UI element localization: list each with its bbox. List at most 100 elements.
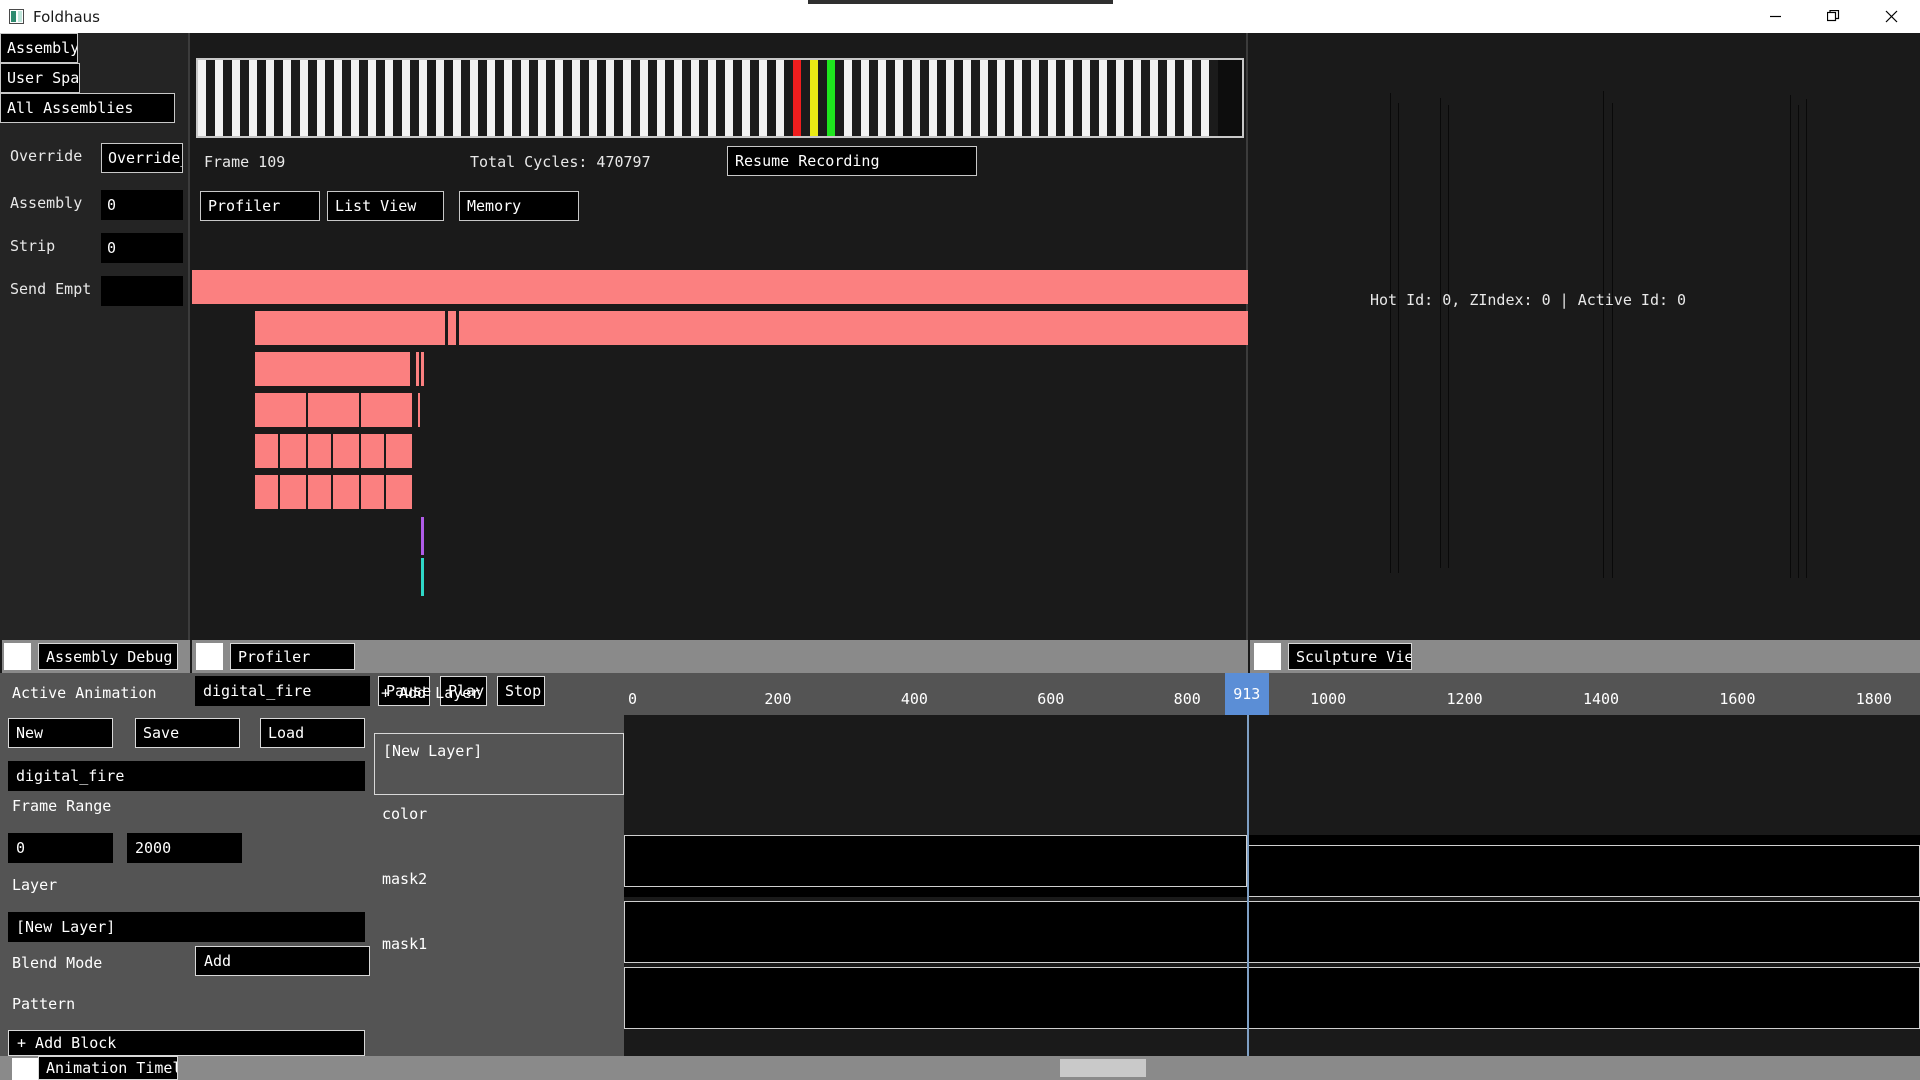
- timeline-block[interactable]: [1246, 845, 1920, 897]
- strip-gap: [563, 60, 572, 136]
- track-mask1[interactable]: [624, 967, 1920, 1029]
- panel-tab-sculpture-view[interactable]: Sculpture View: [1288, 643, 1412, 670]
- flame-marker-purple[interactable]: [421, 517, 424, 555]
- strip-gap: [733, 60, 742, 136]
- bottom-tab-handle[interactable]: [12, 1058, 38, 1080]
- load-button[interactable]: Load: [260, 718, 365, 748]
- strip-bar: [538, 60, 546, 136]
- flame-bar[interactable]: [255, 393, 306, 427]
- flame-bar[interactable]: [255, 434, 278, 468]
- playhead-line[interactable]: [1246, 715, 1249, 1056]
- flame-bar[interactable]: [280, 475, 306, 509]
- strip-bar: [708, 60, 716, 136]
- timeline-block[interactable]: [624, 835, 1247, 887]
- strip-index-field[interactable]: 0: [101, 233, 183, 263]
- maximize-button[interactable]: [1804, 0, 1862, 33]
- flame-bar[interactable]: [386, 434, 412, 468]
- active-animation-field[interactable]: digital_fire: [195, 676, 370, 706]
- window-controls: [1746, 0, 1920, 33]
- flame-bar[interactable]: [308, 434, 331, 468]
- flame-bar[interactable]: [361, 393, 412, 427]
- strip-gap: [886, 60, 895, 136]
- strip-index-label: Strip: [10, 237, 56, 255]
- panel-tab-handle-0[interactable]: [4, 643, 31, 670]
- layer-select-field[interactable]: [New Layer]: [8, 912, 365, 942]
- flame-bar[interactable]: [459, 311, 1248, 345]
- track-color[interactable]: [624, 835, 1920, 897]
- sculpture-strand: [1390, 93, 1391, 573]
- frame-counter-label: Frame 109: [204, 153, 286, 171]
- timeline-block[interactable]: [624, 967, 1920, 1029]
- close-button[interactable]: [1862, 0, 1920, 33]
- flame-bar[interactable]: [333, 434, 359, 468]
- timeline-ruler[interactable]: 0 200 400 600 800 1000 1200 1400 1600 1800: [624, 673, 1920, 715]
- list-view-button[interactable]: List View: [327, 191, 444, 221]
- flame-bar[interactable]: [255, 311, 445, 345]
- flame-bar[interactable]: [255, 352, 410, 386]
- timeline[interactable]: 0 200 400 600 800 1000 1200 1400 1600 1800 913: [624, 673, 1920, 1056]
- flame-bar[interactable]: [361, 434, 384, 468]
- strip-gap: [784, 60, 793, 136]
- layer-item-mask1-label: mask1: [382, 935, 428, 953]
- assembly-index-field[interactable]: 0: [101, 190, 183, 220]
- flame-bar[interactable]: [421, 352, 424, 386]
- playhead-frame-badge[interactable]: 913: [1224, 673, 1269, 715]
- send-empty-field[interactable]: [101, 276, 183, 306]
- timeline-tick-label: 1400: [1582, 690, 1620, 708]
- horizontal-scrollbar-thumb[interactable]: [1060, 1059, 1146, 1077]
- tab-user-space[interactable]: User Space: [0, 63, 80, 93]
- assembly-select-dropdown[interactable]: All Assemblies: [0, 93, 175, 123]
- frame-range-start-field[interactable]: 0: [8, 833, 113, 863]
- save-button[interactable]: Save: [135, 718, 240, 748]
- override-field[interactable]: Override_: [101, 143, 183, 173]
- flame-bar[interactable]: [361, 475, 384, 509]
- panel-tab-assembly-debug[interactable]: Assembly Debug: [38, 643, 178, 670]
- strip-gap: [937, 60, 946, 136]
- assembly-select-value: All Assemblies: [7, 99, 134, 117]
- flame-bar[interactable]: [386, 475, 412, 509]
- flame-bar[interactable]: [416, 352, 419, 386]
- flame-graph[interactable]: [192, 270, 1248, 670]
- timeline-block[interactable]: [624, 901, 1920, 963]
- strip-bar: [521, 60, 529, 136]
- flame-marker-cyan[interactable]: [421, 558, 424, 596]
- flame-bar[interactable]: [333, 475, 359, 509]
- strip-gap: [1175, 60, 1184, 136]
- layer-item-mask1[interactable]: mask1: [374, 927, 624, 991]
- strip-gap: [427, 60, 436, 136]
- panel-tab-handle-2[interactable]: [1254, 643, 1281, 670]
- flame-bar[interactable]: [448, 311, 456, 345]
- frame-range-end-field[interactable]: 2000: [127, 833, 242, 863]
- flame-bar[interactable]: [418, 393, 420, 427]
- panel-tab-handle-1[interactable]: [196, 643, 223, 670]
- flame-bar[interactable]: [308, 393, 359, 427]
- tab-assembly[interactable]: Assembly: [0, 33, 78, 63]
- sculpture-strand: [1603, 91, 1604, 578]
- layer-item-color[interactable]: color: [374, 797, 624, 861]
- strip-bar: [215, 60, 223, 136]
- profiler-view-button[interactable]: Profiler: [200, 191, 320, 221]
- bottom-tab-animation-timeline[interactable]: Animation Timeline: [38, 1056, 178, 1080]
- new-button[interactable]: New: [8, 718, 113, 748]
- memory-view-button[interactable]: Memory: [459, 191, 579, 221]
- flame-bar[interactable]: [192, 270, 1248, 304]
- track-mask2[interactable]: [624, 901, 1920, 963]
- strip-bar: [963, 60, 971, 136]
- flame-bar[interactable]: [255, 475, 278, 509]
- layer-item-new-layer[interactable]: [New Layer]: [374, 733, 624, 795]
- flame-bar[interactable]: [308, 475, 331, 509]
- minimize-button[interactable]: [1746, 0, 1804, 33]
- add-block-button[interactable]: + Add Block: [8, 1030, 365, 1056]
- blend-mode-dropdown[interactable]: Add: [195, 946, 370, 976]
- strip-gap: [716, 60, 725, 136]
- resume-recording-button[interactable]: Resume Recording: [727, 146, 977, 176]
- track-new-layer[interactable]: [624, 715, 1920, 835]
- animation-name-field[interactable]: digital_fire: [8, 761, 365, 791]
- sculpture-view-panel[interactable]: Hot Id: 0, ZIndex: 0 | Active Id: 0: [1250, 33, 1920, 640]
- layer-item-mask2[interactable]: mask2: [374, 862, 624, 926]
- flame-bar[interactable]: [280, 434, 306, 468]
- strip-bar: [1082, 60, 1090, 136]
- panel-tab-profiler[interactable]: Profiler: [230, 643, 355, 670]
- strip-gap: [1107, 60, 1116, 136]
- add-layer-button[interactable]: + Add Layer: [381, 684, 480, 702]
